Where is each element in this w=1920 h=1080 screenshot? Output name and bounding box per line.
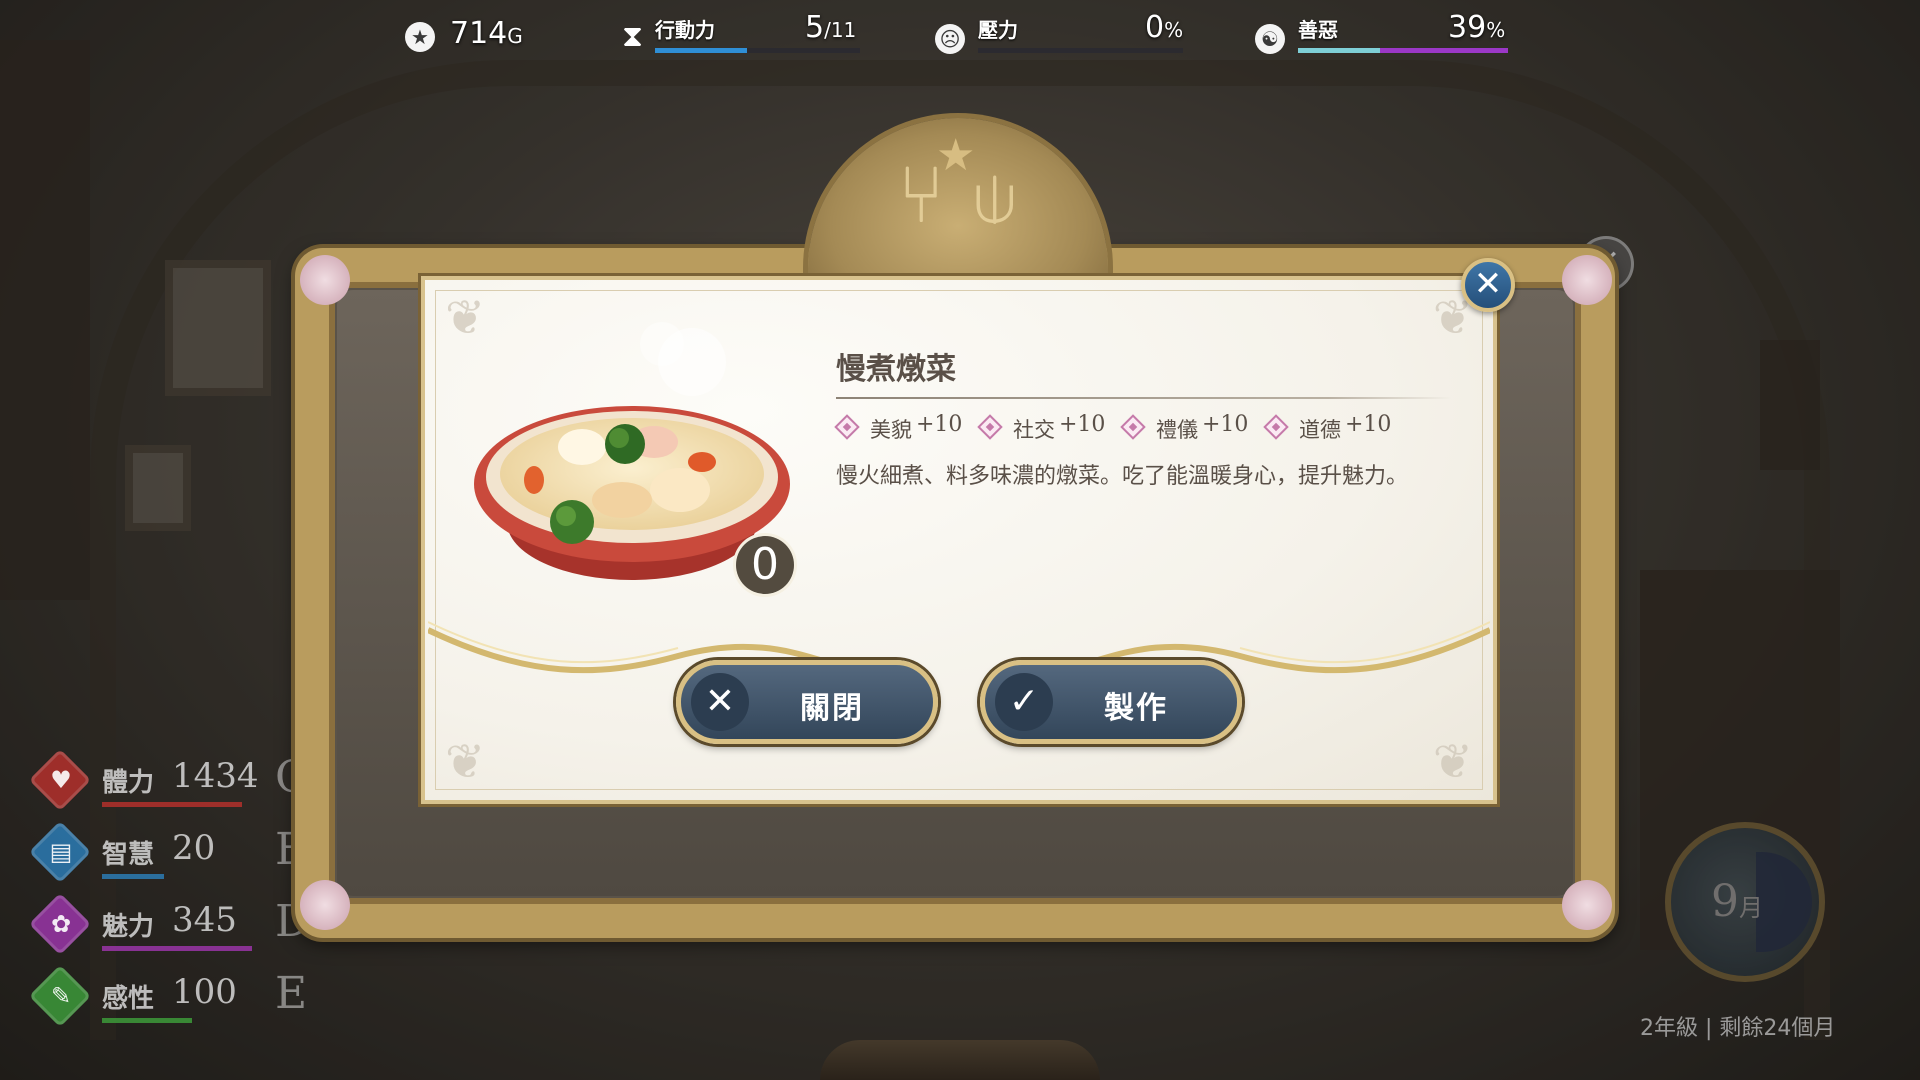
stat-name: 魅力 xyxy=(102,912,155,942)
stress-bar xyxy=(978,48,1183,53)
effect-name: 美貌 xyxy=(870,418,912,442)
stat-grade: E xyxy=(275,968,308,1019)
effect-name: 禮儀 xyxy=(1156,418,1198,442)
stat-row-charm: ✿ 魅力 345 D xyxy=(20,892,320,956)
carrot-piece xyxy=(524,466,544,494)
chicken-piece xyxy=(592,482,652,518)
carrot-piece xyxy=(688,452,716,472)
stat-underline xyxy=(102,946,252,951)
stress-face-icon: ☹ xyxy=(935,24,965,54)
book-icon: ▤ xyxy=(49,838,73,866)
stat-underline xyxy=(102,874,164,879)
make-button-label: 製作 xyxy=(1104,691,1168,726)
frame-corner-ornament xyxy=(300,880,350,930)
frame-corner-ornament xyxy=(1562,255,1612,305)
money-value: 714G xyxy=(450,16,523,51)
stat-row-wisdom: ▤ 智慧 20 E xyxy=(20,820,320,884)
frame-corner-ornament xyxy=(300,255,350,305)
action-points-value: 5/11 xyxy=(805,10,857,45)
stat-underline xyxy=(102,802,242,807)
heart-icon: ♥ xyxy=(50,766,72,794)
effect-value: +10 xyxy=(1059,412,1106,437)
broccoli-piece xyxy=(556,506,576,526)
bottom-ornament xyxy=(820,1040,1100,1080)
effect-value: +10 xyxy=(1345,412,1392,437)
action-points-bar xyxy=(655,48,860,53)
gold-wave-divider xyxy=(428,621,1490,674)
fork-spoon-icon: ⑂ ⍦ xyxy=(897,148,1019,241)
stat-underline xyxy=(102,1018,192,1023)
title-divider xyxy=(836,397,1451,399)
effect-name: 社交 xyxy=(1013,418,1055,442)
month-emblem: 9月 xyxy=(1665,822,1825,982)
good-evil-icon: ☯ xyxy=(1255,24,1285,54)
stat-row-sensitivity: ✎ 感性 100 E xyxy=(20,964,320,1028)
hourglass-icon: ⧗ xyxy=(622,19,644,54)
close-button[interactable]: ✕ 關閉 xyxy=(676,660,938,744)
potato-piece xyxy=(558,429,606,465)
action-points-stat: ⧗ 行動力 5/11 xyxy=(622,10,862,60)
moon-icon xyxy=(1756,852,1812,952)
stat-name: 感性 xyxy=(102,984,155,1014)
frame-corner-ornament xyxy=(1562,880,1612,930)
owned-count-badge: 0 xyxy=(736,536,794,594)
action-points-label: 行動力 xyxy=(655,18,715,42)
broccoli-piece xyxy=(609,428,629,448)
rose-icon: ✿ xyxy=(50,910,72,938)
effect-value: +10 xyxy=(916,412,963,437)
stat-name: 智慧 xyxy=(102,840,155,870)
stat-value: 100 xyxy=(172,972,237,1012)
month-number: 9月 xyxy=(1711,876,1763,927)
close-button-label: 關閉 xyxy=(800,691,864,726)
dish-title: 慢煮燉菜 xyxy=(836,352,956,387)
stress-stat: ☹ 壓力 0% xyxy=(935,10,1185,60)
stat-row-stamina: ♥ 體力 1434 C xyxy=(20,748,320,812)
close-icon: ✕ xyxy=(1473,264,1503,304)
potato-piece xyxy=(650,468,710,512)
star-coin-icon: ★ xyxy=(405,22,435,52)
morality-value: 39% xyxy=(1448,10,1506,45)
brush-icon: ✎ xyxy=(50,982,72,1010)
stat-value: 345 xyxy=(172,900,237,940)
morality-stat: ☯ 善惡 39% xyxy=(1255,10,1515,60)
effect-name: 道德 xyxy=(1299,418,1341,442)
stat-name: 體力 xyxy=(102,768,155,798)
morality-bar xyxy=(1298,48,1508,53)
effect-value: +10 xyxy=(1202,412,1249,437)
dialog-close-button[interactable]: ✕ xyxy=(1461,258,1515,312)
leaf-ornament-icon: ❦ xyxy=(445,734,486,790)
leaf-ornament-icon: ❦ xyxy=(1432,734,1473,790)
school-year-text: 2年級 | 剩餘24個月 xyxy=(1640,1016,1836,1041)
dish-description: 慢火細煮、料多味濃的燉菜。吃了能溫暖身心，提升魅力。 xyxy=(836,464,1409,489)
stat-value: 20 xyxy=(172,828,216,868)
steam-puff xyxy=(640,322,684,366)
top-hud: ★ 714G ⧗ 行動力 5/11 ☹ 壓力 0% ☯ 善惡 39% xyxy=(0,0,1920,70)
money-stat: ★ 714G xyxy=(405,10,545,60)
stat-value: 1434 xyxy=(172,756,259,796)
make-button[interactable]: ✓ 製作 xyxy=(980,660,1242,744)
stress-value: 0% xyxy=(1145,10,1184,45)
morality-label: 善惡 xyxy=(1298,18,1338,42)
stress-label: 壓力 xyxy=(978,18,1018,42)
